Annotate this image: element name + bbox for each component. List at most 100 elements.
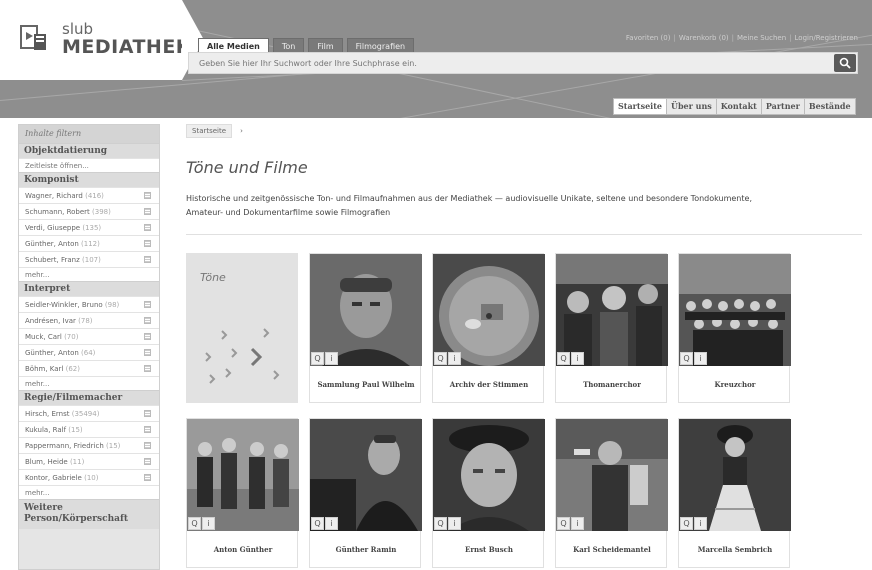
- filter-sidebar: Inhalte filtern Objektdatierung Zeitleis…: [18, 124, 160, 570]
- breadcrumb-home[interactable]: Startseite: [186, 124, 233, 138]
- facet-more-link[interactable]: mehr...: [19, 267, 159, 281]
- tile-caption[interactable]: Sammlung Paul Wilhelm: [310, 366, 422, 404]
- list-icon[interactable]: [144, 317, 151, 324]
- search-icon[interactable]: Q: [434, 352, 447, 365]
- search-button[interactable]: [834, 54, 856, 72]
- info-icon[interactable]: i: [694, 352, 707, 365]
- search-icon[interactable]: Q: [680, 352, 693, 365]
- info-icon[interactable]: i: [448, 517, 461, 530]
- facet-item-name: Kontor, Gabriele: [25, 474, 82, 482]
- nav-kontakt[interactable]: Kontakt: [717, 99, 762, 114]
- list-icon[interactable]: [144, 349, 151, 356]
- search-icon[interactable]: Q: [557, 352, 570, 365]
- tile-actions: Q i: [311, 352, 338, 365]
- facet-item[interactable]: Böhm, Karl (62): [19, 360, 159, 376]
- facet-item[interactable]: Wagner, Richard (416): [19, 187, 159, 203]
- info-icon[interactable]: i: [694, 517, 707, 530]
- facet-item[interactable]: Seidler-Winkler, Bruno (98): [19, 296, 159, 312]
- tile-caption[interactable]: Anton Günther: [187, 531, 299, 569]
- warenkorb-link[interactable]: Warenkorb (0): [679, 34, 729, 42]
- facet-item[interactable]: Günther, Anton (112): [19, 235, 159, 251]
- meine-suchen-link[interactable]: Meine Suchen: [737, 34, 786, 42]
- facet-item-name: Schubert, Franz: [25, 256, 80, 264]
- separator: |: [789, 34, 792, 42]
- favoriten-link[interactable]: Favoriten (0): [626, 34, 671, 42]
- facet-item[interactable]: Günther, Anton (64): [19, 344, 159, 360]
- list-icon[interactable]: [144, 474, 151, 481]
- nav-partner[interactable]: Partner: [762, 99, 805, 114]
- collection-tile[interactable]: Q i Kreuzchor: [678, 253, 791, 404]
- tile-caption[interactable]: Thomanerchor: [556, 366, 668, 404]
- collection-tile[interactable]: Q i Günther Ramin: [309, 418, 422, 569]
- facet-item[interactable]: Pappermann, Friedrich (15): [19, 437, 159, 453]
- facet-item[interactable]: Andrésen, Ivar (78): [19, 312, 159, 328]
- breadcrumb: Startseite ›: [186, 124, 243, 138]
- tile-caption[interactable]: Marcella Sembrich: [679, 531, 791, 569]
- collection-tile[interactable]: Q i Anton Günther: [186, 418, 299, 569]
- list-icon[interactable]: [144, 442, 151, 449]
- collection-tile[interactable]: Q i Marcella Sembrich: [678, 418, 791, 569]
- tile-actions: Q i: [311, 517, 338, 530]
- logo[interactable]: slub MEDIATHEK: [0, 0, 191, 80]
- search-input[interactable]: [193, 53, 823, 73]
- search-icon[interactable]: Q: [557, 517, 570, 530]
- tile-image: [679, 419, 791, 531]
- search-icon[interactable]: Q: [188, 517, 201, 530]
- tone-category-tile[interactable]: Töne: [186, 253, 298, 403]
- collection-tile[interactable]: Q i Sammlung Paul Wilhelm: [309, 253, 422, 404]
- facet-more-link[interactable]: mehr...: [19, 485, 159, 499]
- tile-caption[interactable]: Ernst Busch: [433, 531, 545, 569]
- info-icon[interactable]: i: [571, 352, 584, 365]
- collection-tile[interactable]: Q i Thomanerchor: [555, 253, 668, 404]
- search-icon[interactable]: Q: [434, 517, 447, 530]
- list-icon[interactable]: [144, 301, 151, 308]
- zeitleiste-link[interactable]: Zeitleiste öffnen...: [19, 158, 159, 172]
- facet-item[interactable]: Muck, Carl (70): [19, 328, 159, 344]
- list-icon[interactable]: [144, 410, 151, 417]
- facet-item[interactable]: Schumann, Robert (398): [19, 203, 159, 219]
- nav-startseite[interactable]: Startseite: [614, 99, 667, 114]
- list-icon[interactable]: [144, 192, 151, 199]
- facet-item[interactable]: Kukula, Ralf (15): [19, 421, 159, 437]
- list-icon[interactable]: [144, 224, 151, 231]
- facet-item[interactable]: Kontor, Gabriele (10): [19, 469, 159, 485]
- tile-caption[interactable]: Karl Scheidemantel: [556, 531, 668, 569]
- facet-item[interactable]: Hirsch, Ernst (35494): [19, 405, 159, 421]
- search-icon[interactable]: Q: [680, 517, 693, 530]
- list-icon[interactable]: [144, 256, 151, 263]
- info-icon[interactable]: i: [325, 517, 338, 530]
- nav-ueber-uns[interactable]: Über uns: [667, 99, 717, 114]
- collection-tile[interactable]: Q i Archiv der Stimmen: [432, 253, 545, 404]
- tile-caption[interactable]: Günther Ramin: [310, 531, 422, 569]
- search-icon[interactable]: Q: [311, 517, 324, 530]
- info-icon[interactable]: i: [325, 352, 338, 365]
- list-icon[interactable]: [144, 458, 151, 465]
- facet-item[interactable]: Blum, Heide (11): [19, 453, 159, 469]
- tab-filmografien[interactable]: Filmografien: [346, 38, 415, 52]
- facet-item-name: Pappermann, Friedrich: [25, 442, 104, 450]
- facet-item[interactable]: Verdi, Giuseppe (135): [19, 219, 159, 235]
- login-link[interactable]: Login/Registrieren: [795, 34, 858, 42]
- user-links: Favoriten (0) | Warenkorb (0) | Meine Such…: [626, 34, 858, 42]
- logo-icon: [20, 25, 46, 50]
- tab-alle-medien[interactable]: Alle Medien: [198, 38, 269, 52]
- collection-tile[interactable]: Q i Ernst Busch: [432, 418, 545, 569]
- search-icon[interactable]: Q: [311, 352, 324, 365]
- tab-film[interactable]: Film: [308, 38, 343, 52]
- tile-caption[interactable]: Archiv der Stimmen: [433, 366, 545, 404]
- collection-tile[interactable]: Q i Karl Scheidemantel: [555, 418, 668, 569]
- info-icon[interactable]: i: [202, 517, 215, 530]
- list-icon[interactable]: [144, 240, 151, 247]
- list-icon[interactable]: [144, 333, 151, 340]
- facet-item-count: (64): [81, 349, 96, 357]
- info-icon[interactable]: i: [571, 517, 584, 530]
- nav-bestaende[interactable]: Bestände: [805, 99, 855, 114]
- facet-item[interactable]: Schubert, Franz (107): [19, 251, 159, 267]
- tab-ton[interactable]: Ton: [272, 38, 305, 52]
- list-icon[interactable]: [144, 365, 151, 372]
- tile-caption[interactable]: Kreuzchor: [679, 366, 791, 404]
- facet-more-link[interactable]: mehr...: [19, 376, 159, 390]
- list-icon[interactable]: [144, 426, 151, 433]
- list-icon[interactable]: [144, 208, 151, 215]
- info-icon[interactable]: i: [448, 352, 461, 365]
